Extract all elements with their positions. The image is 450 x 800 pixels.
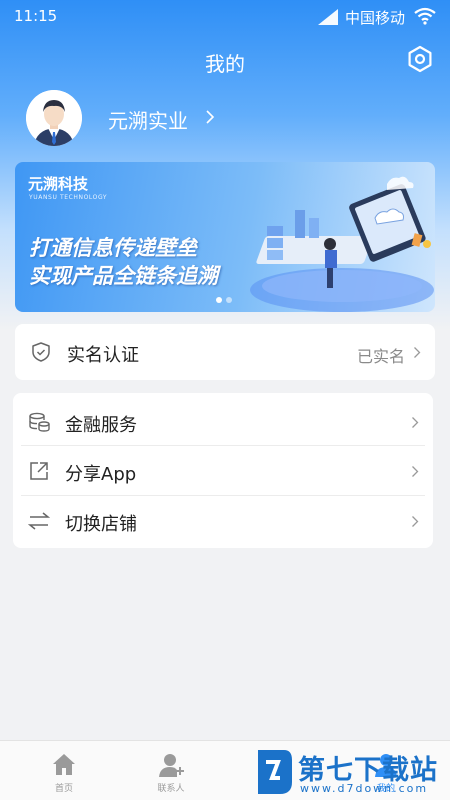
status-bar: 11:15 中国移动 [0, 0, 450, 32]
tab-contacts[interactable]: 联系人 [115, 741, 227, 800]
verification-label: 实名认证 [67, 345, 139, 366]
tab-label: 联系人 [157, 784, 185, 794]
watermark-logo: 第七下载站 www.d7down.com [254, 744, 450, 800]
menu-item-label: 切换店铺 [65, 514, 137, 535]
profile-row[interactable]: 元溯实业 [26, 90, 236, 148]
profile-name: 元溯实业 [108, 109, 188, 133]
menu-item-label: 分享App [65, 464, 137, 485]
menu-item-label: 金融服务 [65, 415, 137, 436]
verification-row[interactable]: 实名认证 已实名 [15, 327, 435, 377]
status-carrier: 中国移动 [345, 9, 406, 27]
chevron-right-icon [414, 347, 421, 358]
banner-pagination [216, 297, 236, 305]
tab-label: 首页 [54, 784, 73, 794]
signal-icon [318, 9, 338, 25]
banner-headline-1: 打通信息传递壁垒 [29, 236, 197, 260]
chevron-right-icon [412, 417, 419, 428]
wifi-icon [414, 7, 436, 25]
promo-banner[interactable]: 元溯科技 YUANSU TECHNOLOGY 打通信息传递壁垒 实现产品全链条追… [15, 162, 435, 312]
contacts-icon [159, 754, 184, 777]
menu-item-finance[interactable]: 金融服务 [13, 397, 433, 447]
verification-card: 实名认证 已实名 [15, 324, 435, 380]
tab-home[interactable]: 首页 [8, 741, 120, 800]
watermark-url: www.d7down.com [300, 782, 429, 795]
menu-item-switch-store[interactable]: 切换店铺 [13, 496, 433, 546]
avatar [26, 90, 82, 146]
shield-check-icon [32, 342, 50, 362]
laptop-illustration-icon [250, 176, 434, 312]
pagination-dot-active[interactable] [216, 297, 222, 303]
chevron-right-icon [412, 516, 419, 527]
database-coins-icon [29, 412, 50, 432]
status-time: 11:15 [14, 7, 58, 25]
pagination-dot[interactable] [226, 297, 232, 303]
menu-item-share-app[interactable]: 分享App [13, 446, 433, 496]
home-icon [53, 754, 75, 775]
chevron-right-icon [206, 110, 215, 124]
page-title: 我的 [205, 52, 245, 76]
watermark-d-logo-icon [258, 750, 292, 794]
avatar-person-icon [26, 90, 82, 146]
banner-headline-2: 实现产品全链条追溯 [29, 264, 218, 288]
settings-icon[interactable] [406, 45, 434, 73]
chevron-right-icon [412, 466, 419, 477]
switch-arrows-icon [27, 512, 51, 530]
banner-brand: 元溯科技 [28, 175, 89, 193]
verification-status: 已实名 [356, 347, 405, 366]
menu-card: 金融服务 分享App 切换店铺 [13, 393, 433, 548]
share-icon [30, 462, 48, 480]
banner-brand-subtitle: YUANSU TECHNOLOGY [29, 194, 108, 201]
